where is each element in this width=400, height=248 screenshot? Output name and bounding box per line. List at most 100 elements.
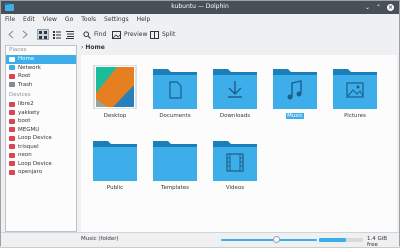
- place-label: Network: [18, 64, 41, 71]
- file-name: Templates: [161, 185, 189, 191]
- maximize-icon[interactable]: ⌃: [375, 4, 382, 11]
- preview-label: Preview: [124, 31, 148, 38]
- place-label: Trash: [18, 81, 33, 88]
- status-bar: Music (folder) 1.4 GiB free: [1, 232, 399, 248]
- menu-help[interactable]: Help: [133, 14, 155, 25]
- find-button[interactable]: Find: [83, 29, 106, 40]
- device-item[interactable]: libre2: [6, 100, 76, 109]
- device-item[interactable]: openjaro: [6, 168, 76, 177]
- toolbar: Find Preview Split: [1, 26, 399, 43]
- back-arrow-icon: [8, 30, 14, 39]
- desktop-folder-icon: [93, 65, 137, 109]
- dolphin-window: kubuntu — Dolphin ⌄ ⌃ × File Edit View Go To…: [0, 0, 400, 248]
- device-item[interactable]: yakkety: [6, 109, 76, 118]
- split-view-icon: [150, 30, 159, 39]
- device-label: MEGMU: [18, 126, 40, 133]
- file-name: Documents: [159, 113, 191, 119]
- find-label: Find: [94, 31, 107, 38]
- file-name: Videos: [225, 185, 245, 191]
- search-icon: [83, 30, 91, 39]
- device-label: openjaro: [18, 169, 43, 176]
- file-view[interactable]: Desktop Documents Downloads Music Pictur…: [81, 55, 397, 232]
- forward-arrow-icon: [22, 30, 28, 39]
- templates-folder-icon: [153, 141, 197, 181]
- drive-icon: [9, 161, 15, 167]
- device-item[interactable]: Loop Device: [6, 134, 76, 143]
- drive-icon: [9, 135, 15, 141]
- compact-view-icon: [53, 30, 61, 39]
- minimize-icon[interactable]: ⌄: [364, 4, 371, 11]
- menu-tools[interactable]: Tools: [77, 14, 100, 25]
- network-icon: [9, 65, 15, 71]
- home-icon: [9, 56, 15, 62]
- device-label: yakkety: [18, 109, 40, 116]
- place-label: Root: [18, 73, 31, 80]
- menu-file[interactable]: File: [1, 14, 19, 25]
- preview-button[interactable]: Preview: [112, 29, 147, 40]
- device-item[interactable]: Loop Device: [6, 160, 76, 169]
- public-folder-icon: [93, 141, 137, 181]
- place-label: Home: [18, 56, 35, 63]
- menu-edit[interactable]: Edit: [19, 14, 39, 25]
- details-view-button[interactable]: [65, 29, 75, 40]
- file-name: Downloads: [219, 113, 251, 119]
- menu-settings[interactable]: Settings: [100, 14, 133, 25]
- menu-bar: File Edit View Go Tools Settings Help: [1, 14, 399, 26]
- title-bar[interactable]: kubuntu — Dolphin ⌄ ⌃ ×: [1, 1, 399, 14]
- drive-icon: [9, 127, 15, 133]
- device-item[interactable]: MEGMU: [6, 126, 76, 135]
- place-item-root[interactable]: Root: [6, 72, 76, 81]
- documents-folder-icon: [153, 69, 197, 109]
- menu-go[interactable]: Go: [61, 14, 77, 25]
- device-label: Loop Device: [18, 135, 52, 142]
- details-view-icon: [66, 30, 74, 39]
- icons-view-icon: [39, 30, 47, 39]
- device-label: boot: [18, 118, 31, 125]
- drive-icon: [9, 152, 15, 158]
- split-label: Split: [162, 31, 176, 38]
- status-text: Music (folder): [81, 236, 119, 242]
- breadcrumb-arrow-icon[interactable]: ›: [81, 44, 83, 51]
- free-space-bar: [319, 238, 363, 242]
- music-folder-icon: [273, 69, 317, 109]
- compact-view-button[interactable]: [52, 29, 62, 40]
- drive-icon: [9, 118, 15, 124]
- back-button[interactable]: [7, 29, 15, 40]
- menu-view[interactable]: View: [39, 14, 61, 25]
- file-name: Music: [286, 113, 304, 119]
- root-folder-icon: [9, 73, 15, 79]
- breadcrumb: › Home: [81, 44, 397, 54]
- device-label: libre2: [18, 101, 34, 108]
- drive-icon: [9, 110, 15, 116]
- device-label: Loop Device: [18, 160, 52, 167]
- free-space-fill: [319, 238, 347, 242]
- device-item[interactable]: neon: [6, 151, 76, 160]
- preview-icon: [112, 30, 121, 39]
- places-panel: Places Home Network Root Trash Devices l…: [5, 45, 77, 232]
- close-icon[interactable]: ×: [387, 4, 394, 11]
- place-item-trash[interactable]: Trash: [6, 81, 76, 90]
- devices-section-title: Devices: [9, 92, 31, 98]
- split-button[interactable]: Split: [150, 29, 175, 40]
- place-item-network[interactable]: Network: [6, 64, 76, 73]
- place-item-home[interactable]: Home: [6, 55, 76, 64]
- zoom-slider[interactable]: [221, 236, 317, 243]
- icons-view-button[interactable]: [37, 29, 49, 40]
- device-item[interactable]: trisquel: [6, 143, 76, 152]
- drive-icon: [9, 144, 15, 150]
- pictures-folder-icon: [333, 69, 377, 109]
- drive-icon: [9, 101, 15, 107]
- forward-button[interactable]: [21, 29, 29, 40]
- trash-icon: [9, 82, 15, 88]
- zoom-slider-handle[interactable]: [273, 236, 281, 243]
- file-name: Public: [106, 185, 124, 191]
- places-section-title: Places: [9, 47, 27, 53]
- drive-icon: [9, 169, 15, 175]
- device-label: trisquel: [18, 143, 39, 150]
- file-name: Desktop: [103, 113, 127, 119]
- downloads-folder-icon: [213, 69, 257, 109]
- breadcrumb-current[interactable]: Home: [85, 44, 104, 51]
- file-name: Pictures: [344, 113, 366, 119]
- device-label: neon: [18, 152, 32, 159]
- device-item[interactable]: boot: [6, 117, 76, 126]
